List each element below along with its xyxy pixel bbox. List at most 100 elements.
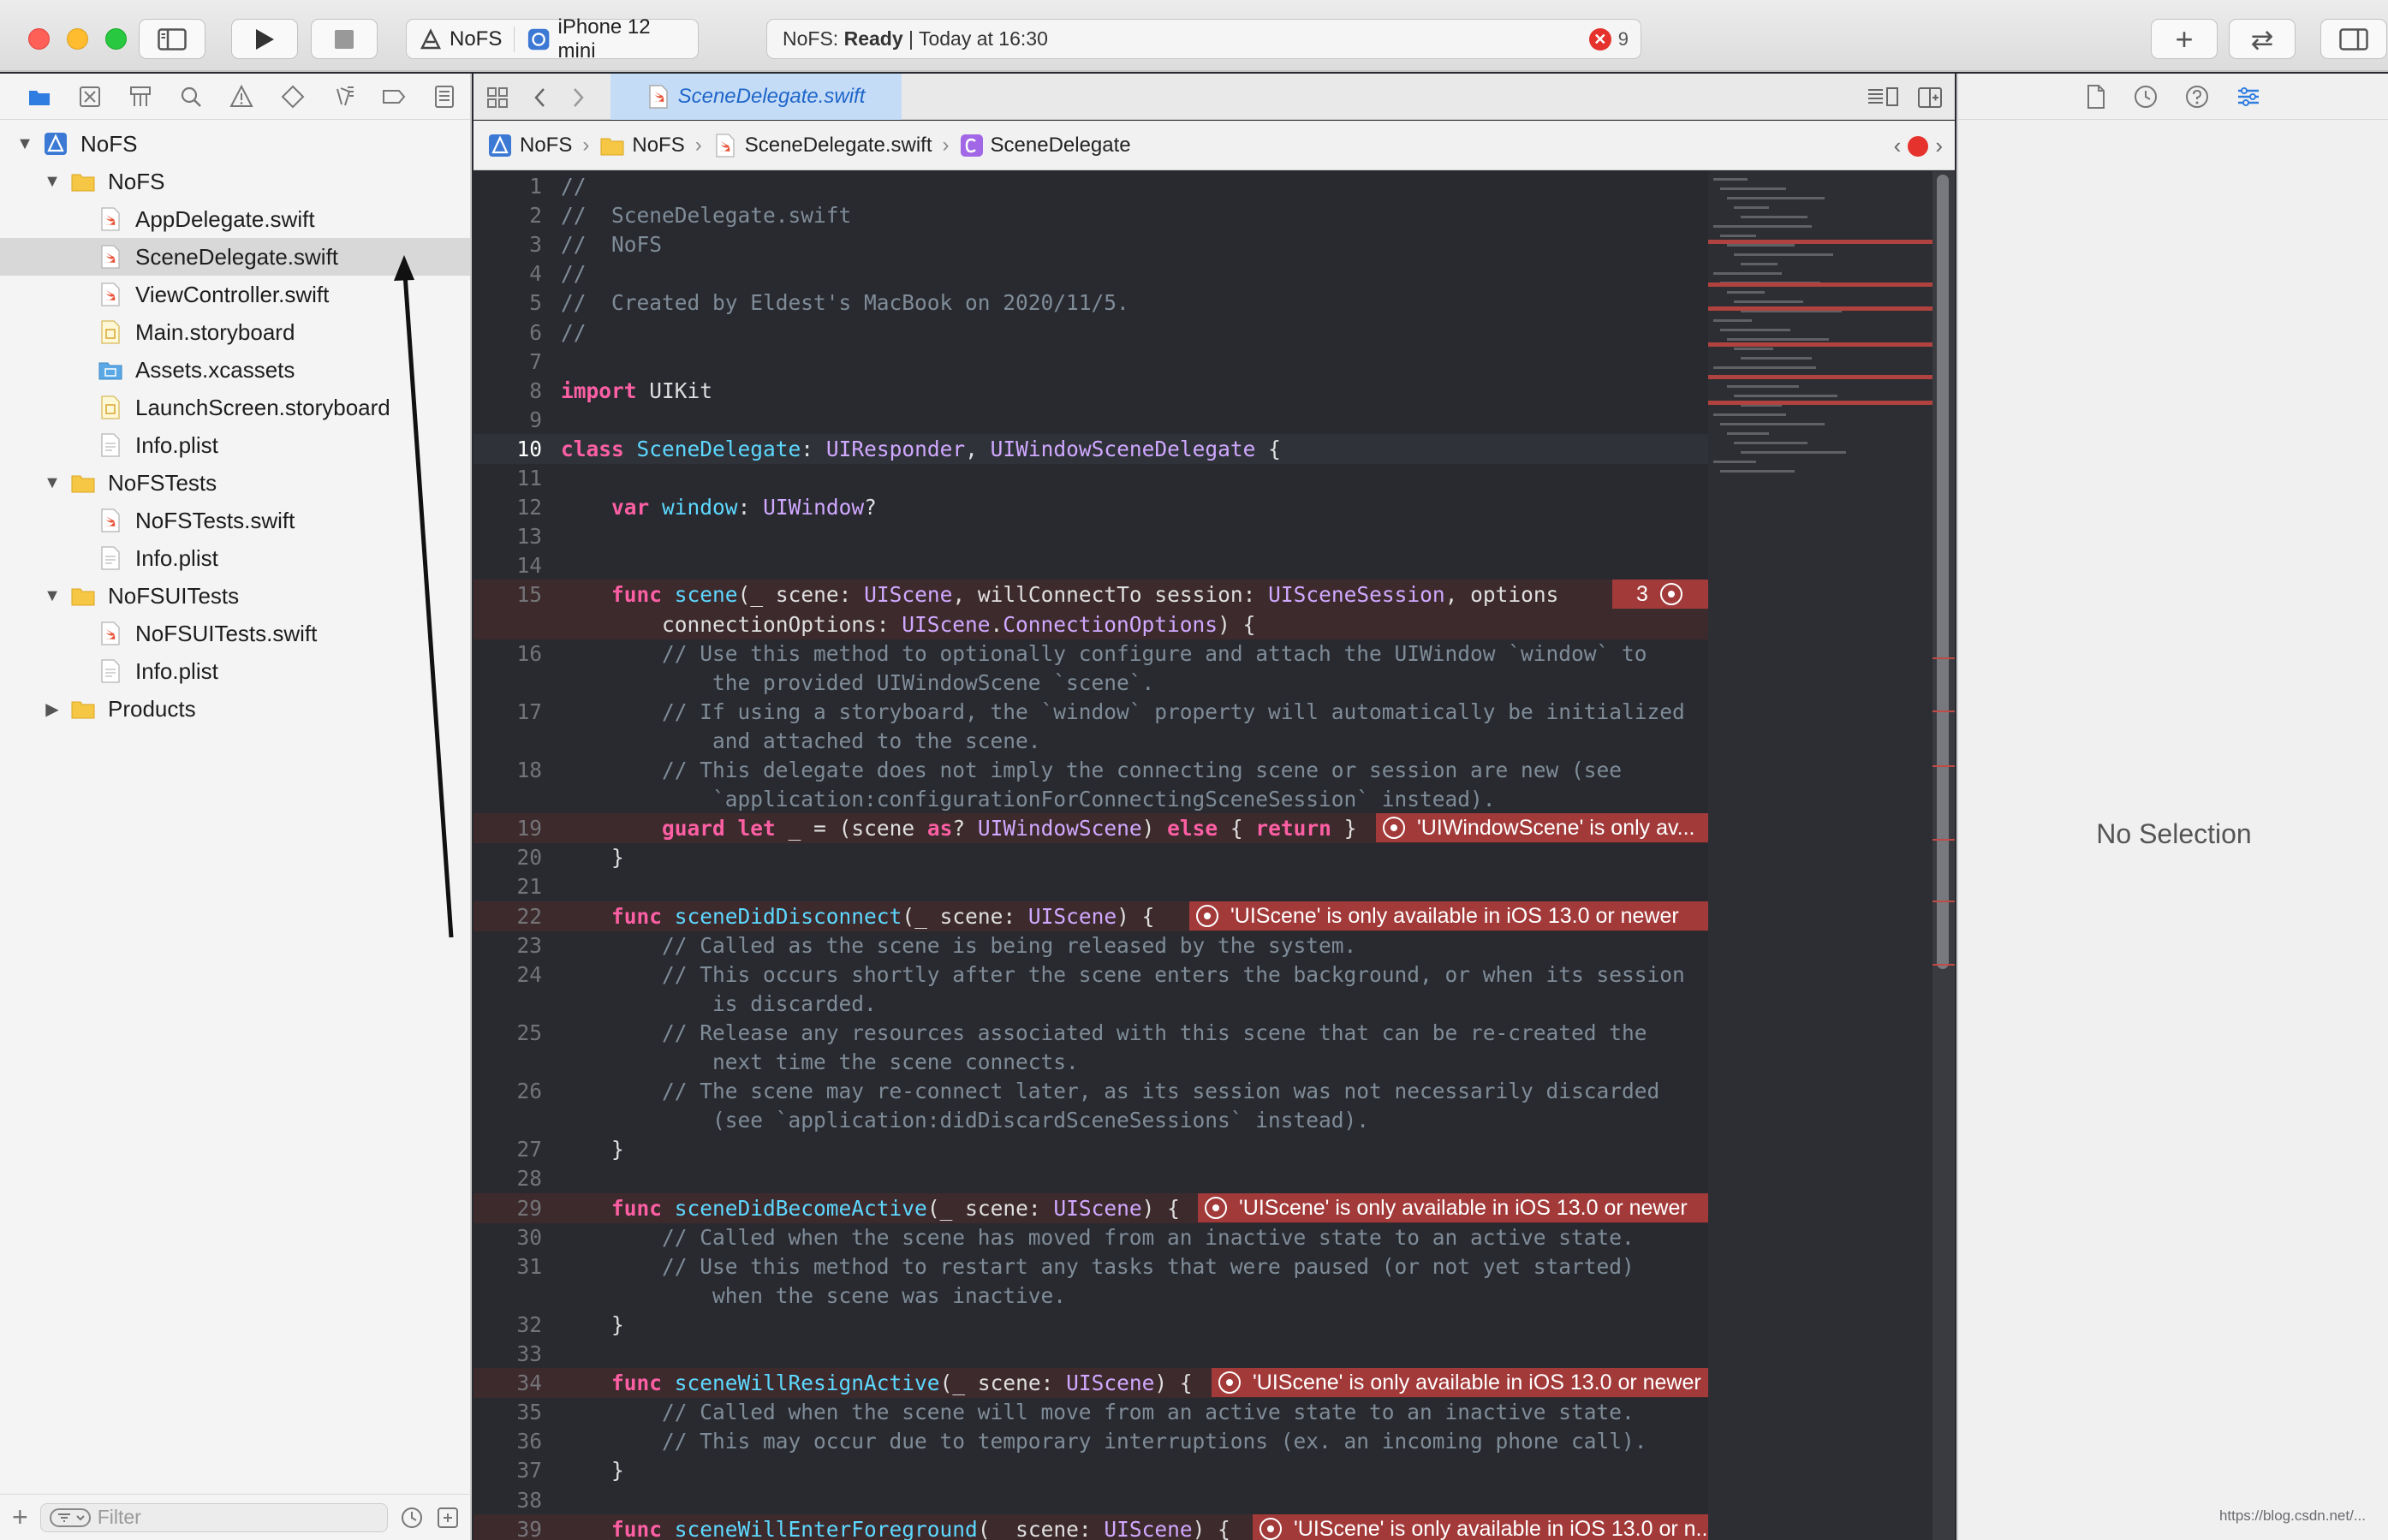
disclosure-triangle-icon[interactable]: ▼ xyxy=(15,134,34,154)
previous-issue-icon[interactable]: ‹ xyxy=(1894,133,1902,159)
file-tree-row[interactable]: ▼ NoFS xyxy=(0,125,470,163)
code-line[interactable]: 31 // Use this method to restart any tas… xyxy=(473,1252,1708,1281)
code-line[interactable]: the provided UIWindowScene `scene`. xyxy=(473,668,1708,698)
code-line[interactable]: 9 xyxy=(473,405,1708,435)
code-line[interactable]: 34 func sceneWillResignActive(_ scene: U… xyxy=(473,1368,1708,1398)
code-line[interactable]: 14 xyxy=(473,550,1708,580)
file-tree-row[interactable]: SceneDelegate.swift xyxy=(0,238,470,276)
back-chevron-icon[interactable] xyxy=(532,86,549,110)
code-line[interactable]: and attached to the scene. xyxy=(473,726,1708,756)
navigator-tab-debug[interactable] xyxy=(318,74,368,120)
split-editor-icon[interactable] xyxy=(1917,86,1943,110)
error-annotation[interactable]: 'UIScene' is only available in iOS 13.0 … xyxy=(1253,1514,1708,1540)
error-annotation[interactable]: 'UIScene' is only available in iOS 13.0 … xyxy=(1189,901,1708,931)
file-tree-row[interactable]: ▼ NoFS xyxy=(0,163,470,200)
code-line[interactable]: when the scene was inactive. xyxy=(473,1281,1708,1311)
code-line[interactable]: 38 xyxy=(473,1485,1708,1515)
code-line[interactable]: 29 func sceneDidBecomeActive(_ scene: UI… xyxy=(473,1193,1708,1223)
disclosure-triangle-icon[interactable]: ▶ xyxy=(43,699,62,720)
code-line[interactable]: connectionOptions: UIScene.ConnectionOpt… xyxy=(473,609,1708,639)
code-line[interactable]: 22 func sceneDidDisconnect(_ scene: UISc… xyxy=(473,901,1708,931)
file-tree-row[interactable]: NoFSTests.swift xyxy=(0,502,470,539)
grid-icon[interactable] xyxy=(485,86,509,110)
code-line[interactable]: 7 xyxy=(473,347,1708,377)
editor-scrollbar[interactable] xyxy=(1932,171,1955,1540)
code-line[interactable]: 23 // Called as the scene is being relea… xyxy=(473,931,1708,960)
breadcrumb-item[interactable]: SceneDelegate.swift xyxy=(712,133,932,158)
code-review-button[interactable]: ⇄ xyxy=(2229,19,2296,59)
code-line[interactable]: 26 // The scene may re-connect later, as… xyxy=(473,1076,1708,1106)
minimize-window-button[interactable] xyxy=(67,28,88,50)
recent-files-icon[interactable] xyxy=(400,1506,424,1530)
error-annotation[interactable]: 'UIWindowScene' is only av... xyxy=(1376,813,1708,842)
library-button[interactable]: + xyxy=(2151,19,2218,59)
navigator-tab-source-control[interactable] xyxy=(64,74,115,120)
toggle-inspector-button[interactable] xyxy=(2320,19,2387,59)
code-line[interactable]: 37 } xyxy=(473,1455,1708,1485)
navigator-tab-issue[interactable] xyxy=(217,74,267,120)
navigator-tab-test[interactable] xyxy=(267,74,318,120)
next-issue-icon[interactable]: › xyxy=(1935,133,1943,159)
code-line[interactable]: 2 // SceneDelegate.swift xyxy=(473,200,1708,230)
file-inspector-icon[interactable] xyxy=(2085,84,2107,110)
quick-help-icon[interactable] xyxy=(2184,84,2210,110)
forward-chevron-icon[interactable] xyxy=(569,86,587,110)
code-line[interactable]: 4 // xyxy=(473,259,1708,288)
scheme-project[interactable]: NoFS xyxy=(407,20,514,58)
add-file-icon[interactable]: + xyxy=(12,1501,28,1533)
code-line[interactable]: 1 // xyxy=(473,171,1708,201)
history-icon[interactable] xyxy=(2133,84,2159,110)
scrollbar-thumb[interactable] xyxy=(1937,175,1949,969)
toggle-navigator-button[interactable] xyxy=(139,19,205,59)
error-annotation[interactable]: 'UIScene' is only available in iOS 13.0 … xyxy=(1212,1368,1708,1397)
tab-scenedelegate[interactable]: SceneDelegate.swift xyxy=(610,74,902,120)
file-tree-row[interactable]: Info.plist xyxy=(0,426,470,464)
file-tree-row[interactable]: Assets.xcassets xyxy=(0,351,470,389)
breadcrumb-item[interactable]: SceneDelegate xyxy=(960,134,1131,158)
file-tree-row[interactable]: ViewController.swift xyxy=(0,276,470,313)
code-line[interactable]: is discarded. xyxy=(473,989,1708,1019)
disclosure-triangle-icon[interactable]: ▼ xyxy=(43,172,62,192)
code-line[interactable]: 10 class SceneDelegate: UIResponder, UIWi… xyxy=(473,434,1708,464)
code-line[interactable]: 8 import UIKit xyxy=(473,376,1708,406)
file-tree-row[interactable]: Main.storyboard xyxy=(0,313,470,351)
code-line[interactable]: 19 guard let _ = (scene as? UIWindowScen… xyxy=(473,813,1708,843)
code-line[interactable]: 15 func scene(_ scene: UIScene, willConn… xyxy=(473,580,1708,609)
navigator-tab-symbol[interactable] xyxy=(115,74,165,120)
code-line[interactable]: 39 func sceneWillEnterForeground(_ scene… xyxy=(473,1514,1708,1540)
file-tree-row[interactable]: Info.plist xyxy=(0,652,470,690)
file-tree-row[interactable]: ▼ NoFSUITests xyxy=(0,577,470,615)
code-line[interactable]: 21 xyxy=(473,871,1708,901)
activity-viewer[interactable]: NoFS: Ready | Today at 16:30 ✕ 9 xyxy=(766,19,1641,59)
file-tree-row[interactable]: ▶ Products xyxy=(0,690,470,728)
zoom-window-button[interactable] xyxy=(105,28,127,50)
code-line[interactable]: 16 // Use this method to optionally conf… xyxy=(473,639,1708,669)
code-line[interactable]: `application:configurationForConnectingS… xyxy=(473,784,1708,814)
disclosure-triangle-icon[interactable]: ▼ xyxy=(43,586,62,606)
code-line[interactable]: 13 xyxy=(473,521,1708,551)
file-tree-row[interactable]: AppDelegate.swift xyxy=(0,200,470,238)
code-line[interactable]: 32 } xyxy=(473,1310,1708,1340)
navigator-tab-report[interactable] xyxy=(420,74,470,120)
code-line[interactable]: 18 // This delegate does not imply the c… xyxy=(473,755,1708,785)
code-line[interactable]: next time the scene connects. xyxy=(473,1047,1708,1077)
code-line[interactable]: 12 var window: UIWindow? xyxy=(473,492,1708,522)
error-annotation[interactable]: 'UIScene' is only available in iOS 13.0 … xyxy=(1198,1193,1708,1222)
code-line[interactable]: 20 } xyxy=(473,842,1708,872)
minimap[interactable] xyxy=(1708,171,1932,1540)
code-line[interactable]: 35 // Called when the scene will move fr… xyxy=(473,1397,1708,1427)
code-line[interactable]: 28 xyxy=(473,1163,1708,1193)
file-tree-row[interactable]: ▼ NoFSTests xyxy=(0,464,470,502)
navigator-tab-search[interactable] xyxy=(166,74,217,120)
run-destination[interactable]: iPhone 12 mini xyxy=(515,15,698,62)
breadcrumb-item[interactable]: NoFS xyxy=(487,133,572,158)
code-line[interactable]: 11 xyxy=(473,463,1708,493)
source-control-filter-icon[interactable] xyxy=(436,1506,460,1530)
run-button[interactable] xyxy=(231,19,298,59)
close-window-button[interactable] xyxy=(28,28,50,50)
code-line[interactable]: 27 } xyxy=(473,1134,1708,1164)
issue-count[interactable]: ✕ 9 xyxy=(1588,28,1629,51)
code-area[interactable]: 1 // 2 // SceneDelegate.swift 3 // NoFS 4 // 5 //… xyxy=(473,171,1708,1540)
file-tree-row[interactable]: LaunchScreen.storyboard xyxy=(0,389,470,426)
filter-input[interactable]: Filter xyxy=(39,1502,388,1532)
